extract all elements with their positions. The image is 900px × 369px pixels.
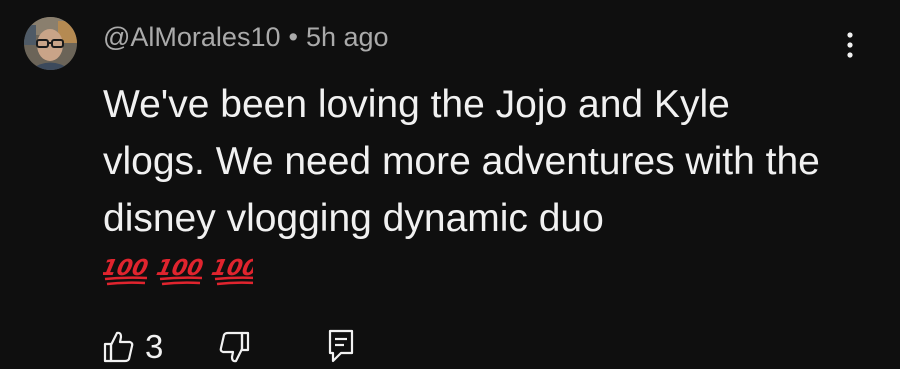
like-count: 3 (145, 328, 164, 365)
hundred-points-icon: 100 (154, 255, 205, 286)
comment-card: @AlMorales10 • 5h ago We've been loving th… (0, 0, 900, 369)
hundred-points-icon: 100 (99, 255, 150, 286)
comment-timestamp[interactable]: 5h ago (306, 22, 389, 52)
emoji-row: 100 100 100 (99, 253, 260, 289)
hundred-points-icon: 100 (209, 255, 260, 286)
thumbs-up-icon (103, 331, 134, 363)
meta-separator: • (288, 22, 298, 52)
more-options-button[interactable] (836, 30, 864, 60)
reply-button[interactable] (327, 328, 355, 369)
like-button[interactable]: 3 (103, 326, 173, 366)
comment-reply-icon (328, 329, 354, 363)
avatar[interactable] (24, 17, 77, 70)
author-name[interactable]: @AlMorales10 (103, 22, 280, 52)
thumbs-down-icon (219, 331, 250, 363)
comment-text: We've been loving the Jojo and Kyle vlog… (103, 83, 820, 240)
avatar-image (24, 17, 77, 70)
comment-meta: @AlMorales10 • 5h ago (103, 22, 389, 53)
more-vertical-icon (847, 32, 853, 58)
dislike-button[interactable] (218, 326, 250, 369)
